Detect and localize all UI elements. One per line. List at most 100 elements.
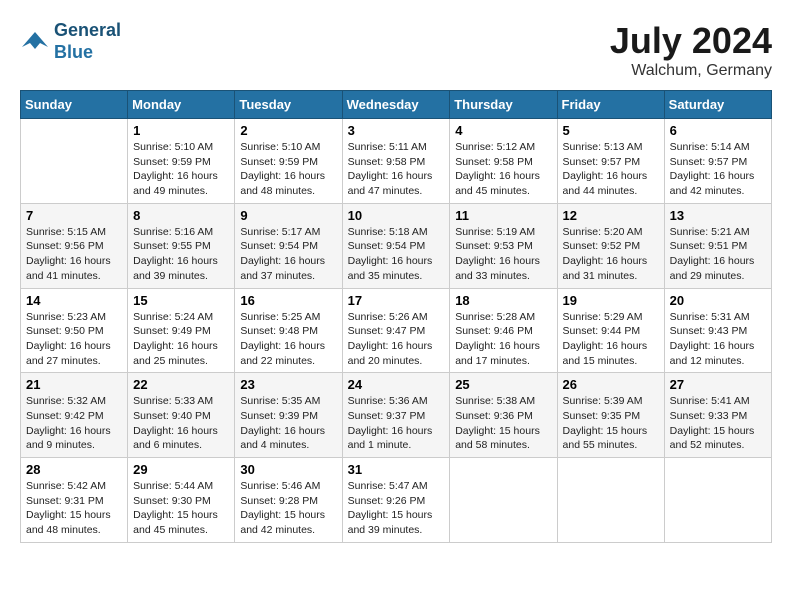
weekday-header: Wednesday bbox=[342, 91, 450, 119]
calendar-week-row: 7 Sunrise: 5:15 AMSunset: 9:56 PMDaylight… bbox=[21, 203, 772, 288]
day-info: Sunrise: 5:26 AMSunset: 9:47 PMDaylight:… bbox=[348, 310, 445, 369]
day-number: 10 bbox=[348, 208, 445, 223]
calendar-cell: 27 Sunrise: 5:41 AMSunset: 9:33 PMDayligh… bbox=[664, 373, 771, 458]
calendar-cell: 5 Sunrise: 5:13 AMSunset: 9:57 PMDaylight… bbox=[557, 119, 664, 204]
day-number: 23 bbox=[240, 377, 336, 392]
calendar-cell: 24Sunrise: 5:36 AMSunset: 9:37 PMDayligh… bbox=[342, 373, 450, 458]
day-number: 27 bbox=[670, 377, 766, 392]
day-number: 21 bbox=[26, 377, 122, 392]
day-info: Sunrise: 5:21 AMSunset: 9:51 PMDaylight:… bbox=[670, 225, 766, 284]
day-info: Sunrise: 5:36 AMSunset: 9:37 PMDaylight:… bbox=[348, 394, 445, 453]
day-info: Sunrise: 5:14 AMSunset: 9:57 PMDaylight:… bbox=[670, 140, 766, 199]
day-number: 4 bbox=[455, 123, 551, 138]
weekday-header: Tuesday bbox=[235, 91, 342, 119]
day-info: Sunrise: 5:28 AMSunset: 9:46 PMDaylight:… bbox=[455, 310, 551, 369]
calendar-cell bbox=[450, 458, 557, 543]
calendar-cell: 7 Sunrise: 5:15 AMSunset: 9:56 PMDaylight… bbox=[21, 203, 128, 288]
day-number: 2 bbox=[240, 123, 336, 138]
calendar-cell: 2 Sunrise: 5:10 AMSunset: 9:59 PMDaylight… bbox=[235, 119, 342, 204]
calendar-cell bbox=[21, 119, 128, 204]
day-info: Sunrise: 5:13 AMSunset: 9:57 PMDaylight:… bbox=[563, 140, 659, 199]
weekday-header: Sunday bbox=[21, 91, 128, 119]
day-number: 19 bbox=[563, 293, 659, 308]
day-info: Sunrise: 5:42 AMSunset: 9:31 PMDaylight:… bbox=[26, 479, 122, 538]
calendar-cell: 6Sunrise: 5:14 AMSunset: 9:57 PMDaylight… bbox=[664, 119, 771, 204]
calendar-cell: 11Sunrise: 5:19 AMSunset: 9:53 PMDayligh… bbox=[450, 203, 557, 288]
day-info: Sunrise: 5:24 AMSunset: 9:49 PMDaylight:… bbox=[133, 310, 229, 369]
calendar-cell: 22Sunrise: 5:33 AMSunset: 9:40 PMDayligh… bbox=[128, 373, 235, 458]
day-number: 7 bbox=[26, 208, 122, 223]
day-number: 31 bbox=[348, 462, 445, 477]
calendar-week-row: 1 Sunrise: 5:10 AMSunset: 9:59 PMDaylight… bbox=[21, 119, 772, 204]
calendar-week-row: 28 Sunrise: 5:42 AMSunset: 9:31 PMDayligh… bbox=[21, 458, 772, 543]
day-number: 25 bbox=[455, 377, 551, 392]
day-number: 14 bbox=[26, 293, 122, 308]
calendar-cell: 9 Sunrise: 5:17 AMSunset: 9:54 PMDaylight… bbox=[235, 203, 342, 288]
day-number: 5 bbox=[563, 123, 659, 138]
day-number: 15 bbox=[133, 293, 229, 308]
calendar-cell: 10 Sunrise: 5:18 AMSunset: 9:54 PMDayligh… bbox=[342, 203, 450, 288]
logo-text: General Blue bbox=[54, 20, 121, 63]
day-info: Sunrise: 5:16 AMSunset: 9:55 PMDaylight:… bbox=[133, 225, 229, 284]
day-number: 17 bbox=[348, 293, 445, 308]
day-info: Sunrise: 5:35 AMSunset: 9:39 PMDaylight:… bbox=[240, 394, 336, 453]
day-info: Sunrise: 5:15 AMSunset: 9:56 PMDaylight:… bbox=[26, 225, 122, 284]
calendar-cell: 1 Sunrise: 5:10 AMSunset: 9:59 PMDaylight… bbox=[128, 119, 235, 204]
day-number: 3 bbox=[348, 123, 445, 138]
calendar-cell: 20 Sunrise: 5:31 AMSunset: 9:43 PMDayligh… bbox=[664, 288, 771, 373]
day-number: 18 bbox=[455, 293, 551, 308]
day-number: 28 bbox=[26, 462, 122, 477]
day-info: Sunrise: 5:18 AMSunset: 9:54 PMDaylight:… bbox=[348, 225, 445, 284]
day-number: 1 bbox=[133, 123, 229, 138]
day-number: 13 bbox=[670, 208, 766, 223]
day-info: Sunrise: 5:38 AMSunset: 9:36 PMDaylight:… bbox=[455, 394, 551, 453]
calendar-cell: 19 Sunrise: 5:29 AMSunset: 9:44 PMDayligh… bbox=[557, 288, 664, 373]
day-info: Sunrise: 5:29 AMSunset: 9:44 PMDaylight:… bbox=[563, 310, 659, 369]
calendar-title: July 2024 bbox=[610, 20, 772, 62]
day-number: 26 bbox=[563, 377, 659, 392]
calendar-cell: 12Sunrise: 5:20 AMSunset: 9:52 PMDayligh… bbox=[557, 203, 664, 288]
day-number: 20 bbox=[670, 293, 766, 308]
calendar-cell: 21 Sunrise: 5:32 AMSunset: 9:42 PMDayligh… bbox=[21, 373, 128, 458]
logo-bird-icon bbox=[20, 27, 50, 57]
calendar-cell: 23 Sunrise: 5:35 AMSunset: 9:39 PMDayligh… bbox=[235, 373, 342, 458]
weekday-header: Saturday bbox=[664, 91, 771, 119]
day-info: Sunrise: 5:32 AMSunset: 9:42 PMDaylight:… bbox=[26, 394, 122, 453]
calendar-cell: 30 Sunrise: 5:46 AMSunset: 9:28 PMDayligh… bbox=[235, 458, 342, 543]
day-number: 9 bbox=[240, 208, 336, 223]
calendar-week-row: 21 Sunrise: 5:32 AMSunset: 9:42 PMDayligh… bbox=[21, 373, 772, 458]
day-info: Sunrise: 5:46 AMSunset: 9:28 PMDaylight:… bbox=[240, 479, 336, 538]
calendar-cell: 17 Sunrise: 5:26 AMSunset: 9:47 PMDayligh… bbox=[342, 288, 450, 373]
day-number: 11 bbox=[455, 208, 551, 223]
calendar-cell: 18 Sunrise: 5:28 AMSunset: 9:46 PMDayligh… bbox=[450, 288, 557, 373]
day-number: 16 bbox=[240, 293, 336, 308]
day-number: 30 bbox=[240, 462, 336, 477]
page-header: General Blue July 2024 Walchum, Germany bbox=[20, 20, 772, 80]
calendar-cell: 31 Sunrise: 5:47 AMSunset: 9:26 PMDayligh… bbox=[342, 458, 450, 543]
calendar-cell bbox=[557, 458, 664, 543]
calendar-cell: 28 Sunrise: 5:42 AMSunset: 9:31 PMDayligh… bbox=[21, 458, 128, 543]
day-info: Sunrise: 5:31 AMSunset: 9:43 PMDaylight:… bbox=[670, 310, 766, 369]
day-info: Sunrise: 5:10 AMSunset: 9:59 PMDaylight:… bbox=[240, 140, 336, 199]
calendar-cell: 15 Sunrise: 5:24 AMSunset: 9:49 PMDayligh… bbox=[128, 288, 235, 373]
day-number: 22 bbox=[133, 377, 229, 392]
calendar-location: Walchum, Germany bbox=[610, 62, 772, 80]
day-info: Sunrise: 5:25 AMSunset: 9:48 PMDaylight:… bbox=[240, 310, 336, 369]
calendar-header-row: SundayMondayTuesdayWednesdayThursdayFrid… bbox=[21, 91, 772, 119]
day-info: Sunrise: 5:41 AMSunset: 9:33 PMDaylight:… bbox=[670, 394, 766, 453]
day-info: Sunrise: 5:47 AMSunset: 9:26 PMDaylight:… bbox=[348, 479, 445, 538]
calendar-table: SundayMondayTuesdayWednesdayThursdayFrid… bbox=[20, 90, 772, 543]
calendar-cell: 25 Sunrise: 5:38 AMSunset: 9:36 PMDayligh… bbox=[450, 373, 557, 458]
day-info: Sunrise: 5:12 AMSunset: 9:58 PMDaylight:… bbox=[455, 140, 551, 199]
day-info: Sunrise: 5:10 AMSunset: 9:59 PMDaylight:… bbox=[133, 140, 229, 199]
calendar-cell: 8 Sunrise: 5:16 AMSunset: 9:55 PMDaylight… bbox=[128, 203, 235, 288]
day-info: Sunrise: 5:17 AMSunset: 9:54 PMDaylight:… bbox=[240, 225, 336, 284]
weekday-header: Monday bbox=[128, 91, 235, 119]
calendar-week-row: 14Sunrise: 5:23 AMSunset: 9:50 PMDayligh… bbox=[21, 288, 772, 373]
calendar-cell: 26Sunrise: 5:39 AMSunset: 9:35 PMDayligh… bbox=[557, 373, 664, 458]
day-number: 12 bbox=[563, 208, 659, 223]
calendar-cell bbox=[664, 458, 771, 543]
logo: General Blue bbox=[20, 20, 121, 63]
day-number: 8 bbox=[133, 208, 229, 223]
calendar-cell: 14Sunrise: 5:23 AMSunset: 9:50 PMDayligh… bbox=[21, 288, 128, 373]
